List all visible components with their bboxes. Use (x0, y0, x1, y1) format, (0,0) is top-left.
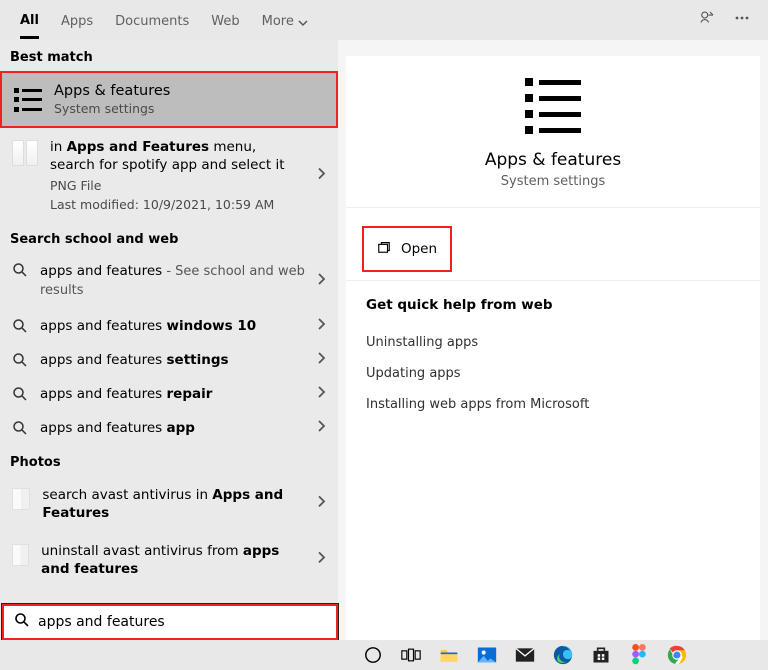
cortana-icon[interactable] (360, 642, 386, 668)
chevron-down-icon (298, 18, 308, 28)
taskbar (0, 640, 768, 670)
file-line-prefix: in (50, 139, 67, 155)
results-panel: Best match Apps & features System settin… (0, 40, 338, 640)
suggestion-item[interactable]: apps and features app (0, 411, 338, 445)
top-tab-bar: All Apps Documents Web More (0, 0, 768, 40)
chevron-right-icon[interactable] (316, 317, 326, 335)
tab-more-label: More (262, 14, 294, 29)
file-result-modified: Last modified: 10/9/2021, 10:59 AM (50, 197, 326, 212)
search-icon (12, 386, 28, 402)
suggestion-base: apps and features (40, 386, 167, 402)
search-icon (12, 420, 28, 436)
chevron-right-icon[interactable] (316, 272, 326, 290)
best-match-text: Apps & features System settings (54, 83, 170, 116)
search-icon (14, 612, 30, 632)
apps-features-icon (14, 86, 42, 114)
image-icon (12, 544, 29, 566)
suggestion-item[interactable]: apps and features settings (0, 343, 338, 377)
photo-result-item[interactable]: search avast antivirus in Apps and Featu… (0, 476, 338, 532)
suggestion-text: apps and features windows 10 (40, 318, 256, 334)
chevron-right-icon[interactable] (316, 351, 326, 369)
image-icon (12, 488, 30, 510)
suggestion-base: apps and features (40, 352, 167, 368)
suggestion-bold: settings (167, 352, 229, 368)
section-photos: Photos (0, 445, 338, 476)
chevron-right-icon[interactable] (316, 551, 326, 570)
search-input[interactable] (38, 614, 326, 630)
open-button[interactable]: Open (362, 226, 452, 272)
task-view-icon[interactable] (398, 642, 424, 668)
file-result-item[interactable]: in Apps and Features menu, search for sp… (0, 128, 338, 222)
suggestion-item[interactable]: apps and features repair (0, 377, 338, 411)
photo-text-pre: search avast antivirus in (42, 487, 212, 503)
photos-icon[interactable] (474, 642, 500, 668)
photo-text-pre: uninstall avast antivirus from (41, 543, 243, 559)
photo-result-item[interactable]: uninstall avast antivirus from apps and … (0, 532, 338, 588)
topbar-right (698, 0, 750, 40)
photo-result-text: search avast antivirus in Apps and Featu… (42, 486, 326, 522)
suggestion-text: apps and features settings (40, 352, 229, 368)
suggestion-base: apps and features (40, 420, 167, 436)
suggestion-text: apps and features app (40, 420, 195, 436)
photo-result-text: uninstall avast antivirus from apps and … (41, 542, 326, 578)
tabs-container: All Apps Documents Web More (20, 2, 308, 39)
best-match-subtitle: System settings (54, 101, 170, 116)
section-best-match: Best match (0, 40, 338, 71)
help-section: Get quick help from web Uninstalling app… (346, 281, 760, 436)
detail-actions: Open (346, 208, 760, 281)
suggestion-base: apps and features (40, 318, 167, 334)
suggestion-primary[interactable]: apps and features - See school and web r… (0, 253, 338, 308)
search-icon (12, 352, 28, 368)
tab-apps[interactable]: Apps (61, 3, 93, 37)
suggestion-primary-label: apps and features (40, 263, 162, 279)
chevron-right-icon[interactable] (316, 385, 326, 403)
tab-more[interactable]: More (262, 3, 308, 37)
file-icon (12, 140, 38, 168)
suggestion-text: apps and features repair (40, 386, 212, 402)
detail-panel: Apps & features System settings Open Get… (338, 40, 768, 640)
edge-icon[interactable] (550, 642, 576, 668)
suggestion-bold: windows 10 (167, 318, 257, 334)
detail-subtitle: System settings (501, 174, 605, 189)
chevron-right-icon[interactable] (316, 166, 326, 185)
tab-documents[interactable]: Documents (115, 3, 189, 37)
feedback-icon[interactable] (698, 9, 716, 31)
figma-icon[interactable] (626, 642, 652, 668)
apps-features-icon (525, 78, 581, 134)
open-icon (377, 240, 391, 258)
chevron-right-icon[interactable] (316, 419, 326, 437)
suggestion-bold: app (167, 420, 195, 436)
detail-header: Apps & features System settings (346, 56, 760, 208)
file-explorer-icon[interactable] (436, 642, 462, 668)
best-match-title: Apps & features (54, 83, 170, 99)
search-icon (12, 262, 28, 278)
suggestion-primary-text: apps and features - See school and web r… (40, 262, 326, 299)
detail-card: Apps & features System settings Open Get… (346, 56, 760, 640)
section-search-school-web: Search school and web (0, 222, 338, 253)
store-icon[interactable] (588, 642, 614, 668)
help-link-updating[interactable]: Updating apps (366, 358, 740, 389)
tab-all[interactable]: All (20, 2, 39, 39)
mail-icon[interactable] (512, 642, 538, 668)
file-result-body: in Apps and Features menu, search for sp… (50, 138, 326, 212)
best-match-item[interactable]: Apps & features System settings (0, 71, 338, 128)
search-icon (12, 318, 28, 334)
suggestion-item[interactable]: apps and features windows 10 (0, 309, 338, 343)
help-header: Get quick help from web (366, 297, 740, 313)
chrome-icon[interactable] (664, 642, 690, 668)
file-result-title: in Apps and Features menu, search for sp… (50, 138, 326, 174)
help-link-uninstalling[interactable]: Uninstalling apps (366, 327, 740, 358)
file-result-type: PNG File (50, 178, 326, 193)
more-options-icon[interactable] (734, 10, 750, 30)
tab-web[interactable]: Web (211, 3, 239, 37)
chevron-right-icon[interactable] (316, 494, 326, 513)
suggestion-bold: repair (167, 386, 213, 402)
help-link-installing[interactable]: Installing web apps from Microsoft (366, 389, 740, 420)
detail-title: Apps & features (485, 150, 621, 170)
search-box[interactable] (2, 604, 338, 640)
open-label: Open (401, 241, 437, 257)
file-line-bold: Apps and Features (67, 139, 209, 155)
